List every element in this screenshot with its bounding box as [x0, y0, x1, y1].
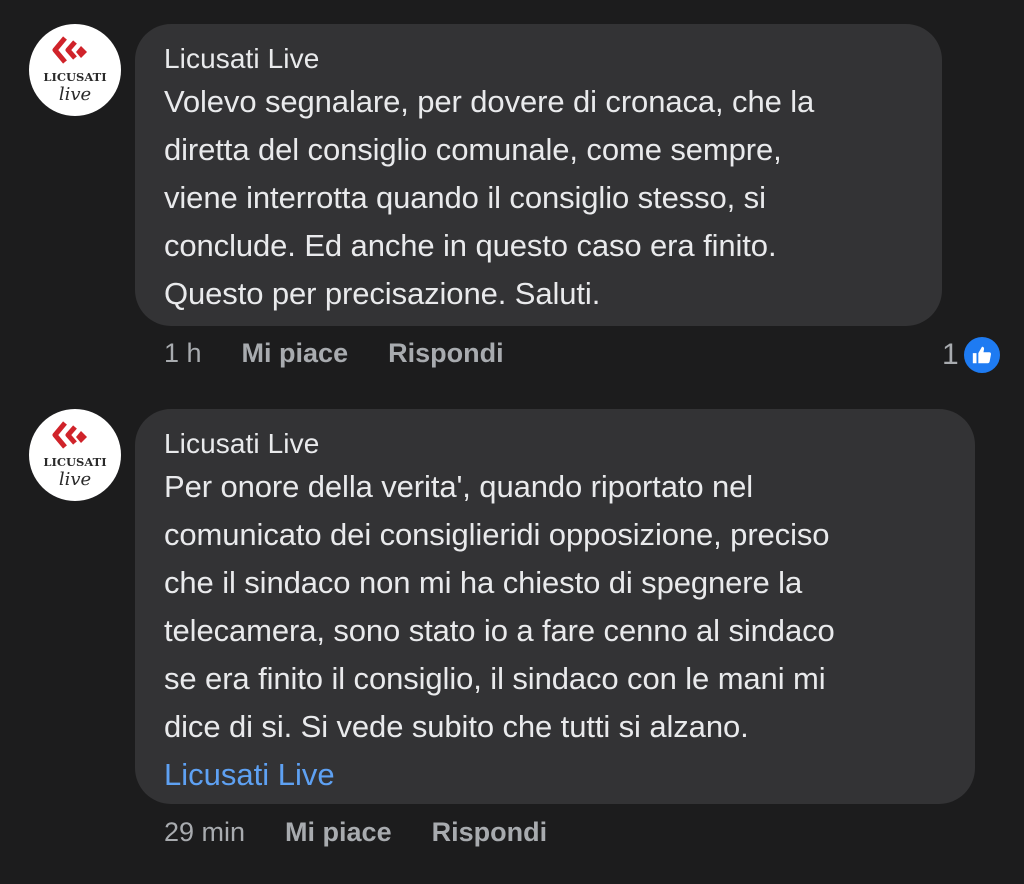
avatar-brand-top: LICUSATI — [43, 455, 106, 469]
comment-text: Per onore della verita', quando riportat… — [164, 469, 835, 744]
avatar[interactable]: LICUSATI live — [29, 409, 121, 501]
comment-time[interactable]: 29 min — [164, 817, 245, 848]
licusati-logo-icon: LICUSATI live — [43, 421, 107, 490]
mention-link[interactable]: Licusati Live — [164, 751, 945, 799]
comment: LICUSATI live Licusati Live Per onore de… — [0, 0, 1024, 884]
comment-bubble: Licusati Live Per onore della verita', q… — [135, 409, 975, 804]
avatar-brand-bottom: live — [59, 469, 91, 490]
comment-author[interactable]: Licusati Live — [164, 427, 945, 461]
like-button[interactable]: Mi piace — [285, 817, 392, 848]
comment-actions: 29 min Mi piace Rispondi — [164, 817, 587, 848]
reply-button[interactable]: Rispondi — [432, 817, 548, 848]
